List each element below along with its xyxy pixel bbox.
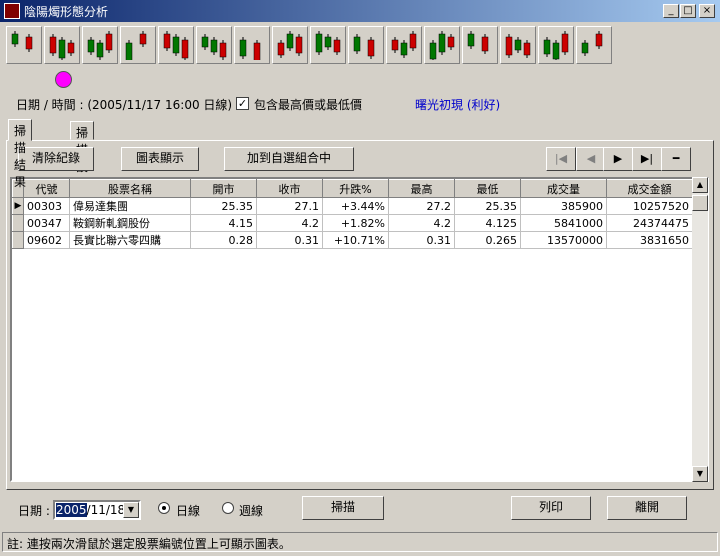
cell-low[interactable]: 4.125	[454, 214, 521, 232]
nav-first-button[interactable]: |◀	[546, 147, 576, 171]
cell-low[interactable]: 25.35	[454, 197, 521, 215]
daily-radio-label: 日線	[176, 504, 201, 518]
clear-records-button[interactable]: 清除紀錄	[18, 147, 94, 171]
nav-next-button[interactable]: ▶	[603, 147, 633, 171]
candlestick-pattern-icon[interactable]	[272, 26, 308, 64]
table-row[interactable]: 00347 鞍鋼新軋鋼股份 4.15 4.2 +1.82% 4.2 4.125 …	[12, 214, 693, 232]
minimize-button[interactable]: _	[663, 4, 679, 18]
row-indicator	[12, 231, 24, 249]
cell-change-pct[interactable]: +10.71%	[322, 231, 389, 249]
cell-low[interactable]: 0.265	[454, 231, 521, 249]
cell-close[interactable]: 27.1	[256, 197, 323, 215]
date-combo[interactable]: 2005/11/18 ▼	[53, 500, 141, 520]
cell-volume[interactable]: 385900	[520, 197, 607, 215]
include-high-low-checkbox[interactable]: ✓	[236, 97, 249, 110]
candlestick-pattern-icon[interactable]	[462, 26, 498, 64]
candlestick-pattern-icon[interactable]	[44, 26, 80, 64]
table-row[interactable]: 09602 長實比聯六零四購 0.28 0.31 +10.71% 0.31 0.…	[12, 231, 693, 249]
scroll-thumb[interactable]	[692, 195, 708, 211]
candlestick-pattern-icon[interactable]	[576, 26, 612, 64]
status-bar: 註: 連按兩次滑鼠於選定股票編號位置上可顯示圖表。	[2, 532, 718, 552]
cell-high[interactable]: 4.2	[388, 214, 455, 232]
candlestick-pattern-icon[interactable]	[424, 26, 460, 64]
cell-turnover[interactable]: 3831650	[606, 231, 693, 249]
header-high[interactable]: 最高	[388, 179, 455, 198]
daily-radio[interactable]	[158, 502, 170, 514]
date-label: 日期 :	[18, 504, 50, 518]
app-icon	[4, 3, 20, 19]
pattern-name: 曙光初現 (利好)	[415, 98, 501, 112]
add-to-portfolio-button[interactable]: 加到自選組合中	[224, 147, 354, 171]
header-volume[interactable]: 成交量	[520, 179, 607, 198]
tab-scan-results[interactable]: 掃描結果	[8, 119, 33, 189]
candlestick-pattern-icon[interactable]	[120, 26, 156, 64]
tab-scan-settings[interactable]: 掃描設定	[70, 121, 95, 191]
include-high-low-label: 包含最高價或最低價	[254, 98, 363, 112]
cell-volume[interactable]: 13570000	[520, 231, 607, 249]
header-open[interactable]: 開市	[190, 179, 257, 198]
results-grid: 代號 股票名稱 開市 收市 升跌% 最高 最低 成交量 成交金額 ▶ 00303…	[10, 177, 709, 482]
nav-prev-button[interactable]: ◀	[576, 147, 606, 171]
cell-high[interactable]: 27.2	[388, 197, 455, 215]
header-name[interactable]: 股票名稱	[69, 179, 191, 198]
window-title: 陰陽燭形態分析	[24, 5, 109, 19]
cell-high[interactable]: 0.31	[388, 231, 455, 249]
datetime-label: 日期 / 時間 : (2005/11/17 16:00 日線)	[16, 98, 233, 112]
nav-delete-button[interactable]: ━	[661, 147, 691, 171]
title-bar: 陰陽燭形態分析 _ □ ×	[0, 0, 720, 22]
status-indicator	[55, 71, 72, 88]
scroll-down-icon[interactable]: ▼	[692, 466, 708, 482]
vertical-scrollbar[interactable]: ▲ ▼	[692, 177, 708, 482]
cell-name[interactable]: 長實比聯六零四購	[69, 231, 191, 249]
weekly-radio-label: 週線	[239, 504, 264, 518]
candlestick-pattern-icon[interactable]	[6, 26, 42, 64]
header-turnover[interactable]: 成交金額	[606, 179, 693, 198]
cell-close[interactable]: 4.2	[256, 214, 323, 232]
candlestick-pattern-icon[interactable]	[196, 26, 232, 64]
header-code[interactable]: 代號	[23, 179, 70, 198]
cell-code[interactable]: 09602	[23, 231, 70, 249]
candlestick-pattern-icon[interactable]	[310, 26, 346, 64]
candlestick-pattern-icon[interactable]	[500, 26, 536, 64]
weekly-radio[interactable]	[222, 502, 234, 514]
cell-name[interactable]: 鞍鋼新軋鋼股份	[69, 214, 191, 232]
header-low[interactable]: 最低	[454, 179, 521, 198]
scroll-up-icon[interactable]: ▲	[692, 177, 708, 193]
current-row-icon: ▶	[12, 197, 24, 215]
cell-open[interactable]: 25.35	[190, 197, 257, 215]
table-row[interactable]: ▶ 00303 偉易達集團 25.35 27.1 +3.44% 27.2 25.…	[12, 197, 693, 215]
show-chart-button[interactable]: 圖表顯示	[121, 147, 199, 171]
cell-change-pct[interactable]: +1.82%	[322, 214, 389, 232]
row-indicator	[12, 214, 24, 232]
cell-volume[interactable]: 5841000	[520, 214, 607, 232]
date-selected-part: 2005	[56, 503, 87, 517]
cell-code[interactable]: 00303	[23, 197, 70, 215]
candlestick-pattern-icon[interactable]	[348, 26, 384, 64]
cell-turnover[interactable]: 24374475	[606, 214, 693, 232]
candlestick-pattern-icon[interactable]	[158, 26, 194, 64]
candlestick-pattern-icon[interactable]	[538, 26, 574, 64]
cell-name[interactable]: 偉易達集團	[69, 197, 191, 215]
cell-open[interactable]: 0.28	[190, 231, 257, 249]
candlestick-pattern-icon[interactable]	[386, 26, 422, 64]
scan-button[interactable]: 掃描	[302, 496, 384, 520]
header-close[interactable]: 收市	[256, 179, 323, 198]
date-rest-part: /11/18	[86, 503, 126, 517]
cell-close[interactable]: 0.31	[256, 231, 323, 249]
candlestick-pattern-icon[interactable]	[82, 26, 118, 64]
chevron-down-icon[interactable]: ▼	[123, 502, 139, 518]
grid-header-row: 代號 股票名稱 開市 收市 升跌% 最高 最低 成交量 成交金額	[12, 179, 693, 198]
header-change-pct[interactable]: 升跌%	[322, 179, 389, 198]
cell-turnover[interactable]: 10257520	[606, 197, 693, 215]
cell-open[interactable]: 4.15	[190, 214, 257, 232]
print-button[interactable]: 列印	[511, 496, 591, 520]
maximize-button[interactable]: □	[680, 4, 696, 18]
cell-code[interactable]: 00347	[23, 214, 70, 232]
nav-last-button[interactable]: ▶|	[632, 147, 662, 171]
candlestick-pattern-icon[interactable]	[234, 26, 270, 64]
cell-change-pct[interactable]: +3.44%	[322, 197, 389, 215]
exit-button[interactable]: 離開	[607, 496, 687, 520]
close-button[interactable]: ×	[699, 4, 715, 18]
